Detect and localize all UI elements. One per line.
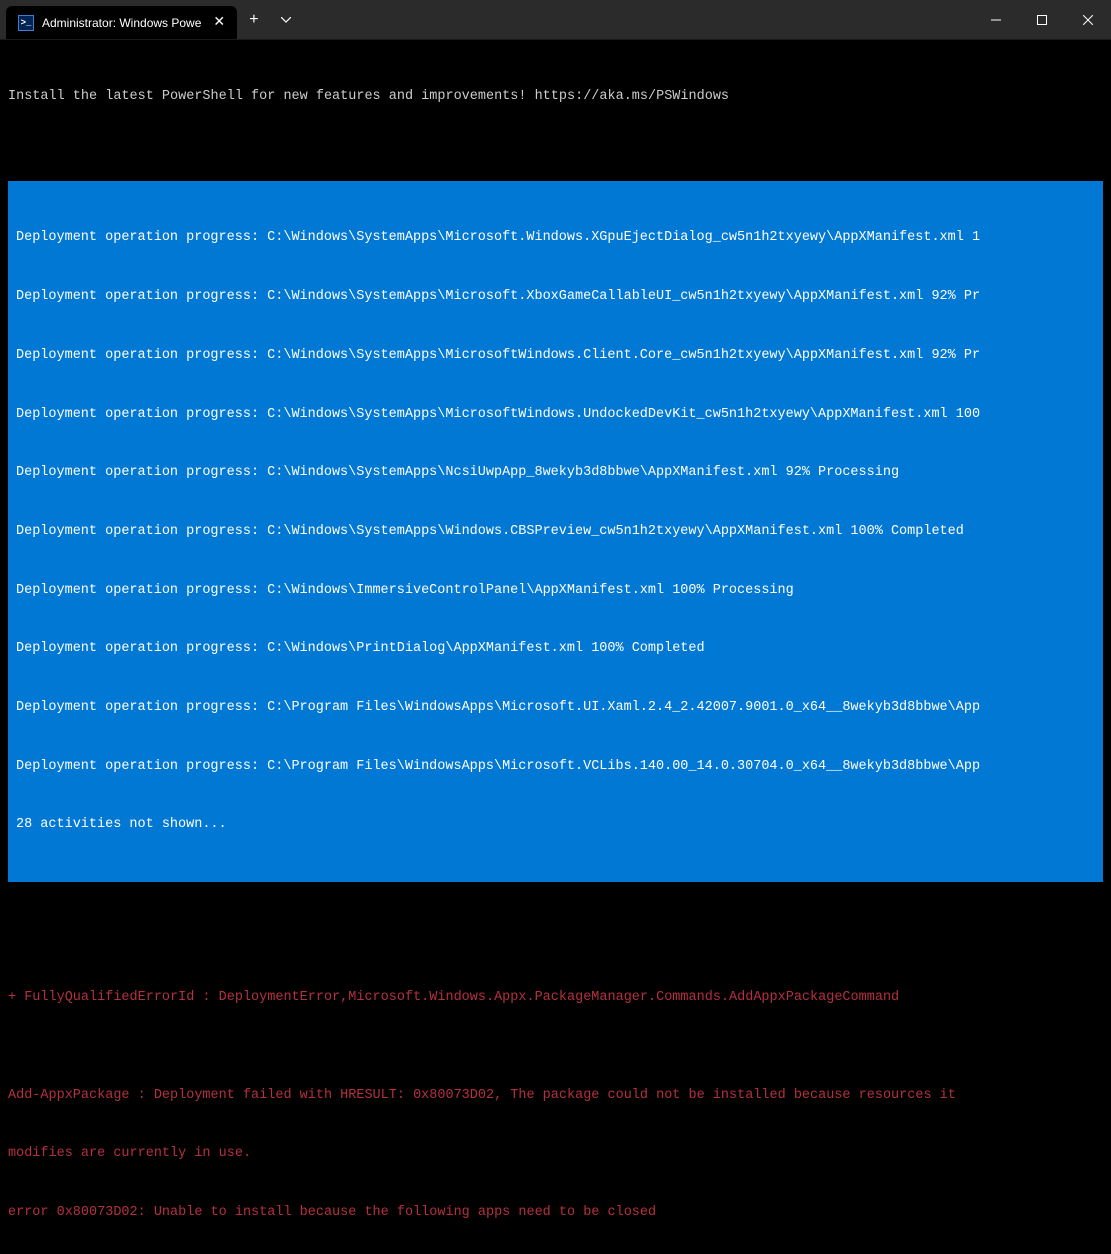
progress-line: Deployment operation progress: C:\Progra… — [16, 698, 1103, 718]
error-line: error 0x80073D02: Unable to install beca… — [8, 1203, 1103, 1223]
progress-line: 28 activities not shown... — [16, 815, 1103, 835]
error-line: modifies are currently in use. — [8, 1144, 1103, 1164]
progress-line: Deployment operation progress: C:\Window… — [16, 463, 1103, 483]
install-message: Install the latest PowerShell for new fe… — [8, 88, 1103, 107]
maximize-button[interactable] — [1019, 0, 1065, 40]
error-line: + FullyQualifiedErrorId : DeploymentErro… — [8, 988, 1103, 1008]
progress-line: Deployment operation progress: C:\Window… — [16, 581, 1103, 601]
tab-title: Administrator: Windows Powe — [42, 16, 201, 30]
minimize-button[interactable] — [973, 0, 1019, 40]
active-tab[interactable]: >_ Administrator: Windows Powe ✕ — [6, 6, 237, 39]
progress-line: Deployment operation progress: C:\Window… — [16, 287, 1103, 307]
progress-line: Deployment operation progress: C:\Window… — [16, 639, 1103, 659]
progress-line: Deployment operation progress: C:\Progra… — [16, 757, 1103, 777]
selected-progress-block: Deployment operation progress: C:\Window… — [8, 181, 1103, 882]
tab-dropdown-icon[interactable] — [271, 0, 301, 39]
terminal-output[interactable]: Install the latest PowerShell for new fe… — [0, 40, 1111, 1254]
tab-close-icon[interactable]: ✕ — [213, 14, 225, 31]
titlebar: >_ Administrator: Windows Powe ✕ + — [0, 0, 1111, 40]
powershell-icon: >_ — [18, 15, 34, 31]
progress-line: Deployment operation progress: C:\Window… — [16, 346, 1103, 366]
error-line: Add-AppxPackage : Deployment failed with… — [8, 1086, 1103, 1106]
progress-line: Deployment operation progress: C:\Window… — [16, 228, 1103, 248]
error-block: + FullyQualifiedErrorId : DeploymentErro… — [8, 949, 1103, 1254]
progress-line: Deployment operation progress: C:\Window… — [16, 405, 1103, 425]
progress-line: Deployment operation progress: C:\Window… — [16, 522, 1103, 542]
window-controls — [973, 0, 1111, 39]
close-button[interactable] — [1065, 0, 1111, 40]
new-tab-button[interactable]: + — [237, 0, 271, 39]
